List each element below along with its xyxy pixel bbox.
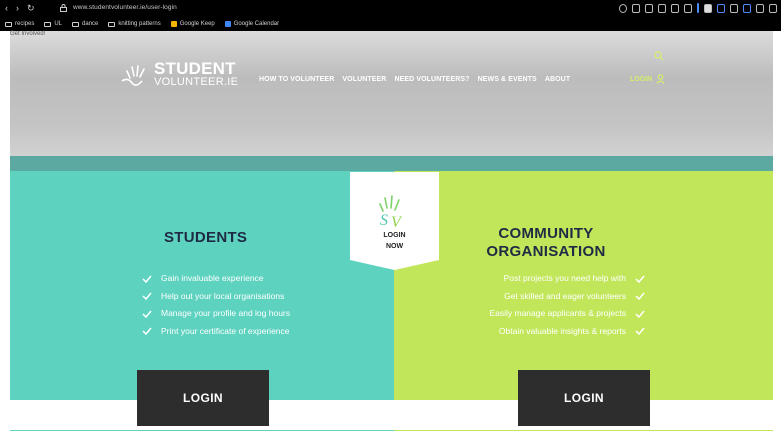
list-item: Print your certificate of experience — [142, 323, 290, 341]
community-heading-line-1: COMMUNITY — [498, 225, 594, 242]
list-item-text: Obtain valuable insights & reports — [498, 325, 626, 336]
header-login-link[interactable]: LOGIN — [630, 74, 665, 84]
bookmarks-bar: recipes UL dance knitting patterns Googl… — [0, 17, 781, 31]
list-item: Post projects you need help with — [489, 270, 645, 288]
screenshot-icon[interactable] — [645, 3, 653, 13]
nav-about[interactable]: ABOUT — [545, 76, 570, 83]
list-item: Manage your profile and log hours — [142, 305, 290, 323]
students-login-button[interactable]: LOGIN — [137, 370, 269, 426]
nav-news-events[interactable]: NEWS & EVENTS — [478, 76, 537, 83]
browser-toolbar: ‹ › ↻ www.studentvolunteer.ie/user-login — [0, 0, 781, 17]
bookmark-knitting[interactable]: knitting patterns — [108, 21, 161, 27]
check-icon — [635, 310, 645, 318]
logo-subtitle: VOLUNTEER.IE — [154, 76, 239, 88]
reader-icon[interactable] — [704, 3, 712, 13]
folder-icon — [72, 21, 80, 27]
logo-title: STUDENT — [154, 59, 236, 78]
bookmark-google-keep[interactable]: Google Keep — [170, 21, 215, 27]
bookmark-label: Google Calendar — [233, 21, 280, 27]
list-item-text: Gain invaluable experience — [161, 273, 264, 283]
main-nav: HOW TO VOLUNTEER VOLUNTEER NEED VOLUNTEE… — [259, 76, 570, 83]
bookmark-recipes[interactable]: recipes — [5, 21, 34, 27]
bookmark-label: recipes — [15, 21, 35, 27]
reload-icon[interactable]: ↻ — [27, 3, 35, 13]
broken-image-alt: Get Involved! — [10, 31, 46, 37]
bookmark-dance[interactable]: dance — [72, 21, 98, 27]
check-icon — [142, 327, 152, 336]
nav-volunteer[interactable]: VOLUNTEER — [342, 76, 386, 83]
badge-shape: S V — [350, 172, 439, 270]
forward-icon[interactable]: › — [16, 3, 19, 13]
search-icon[interactable] — [654, 51, 664, 61]
list-item-text: Manage your profile and log hours — [161, 308, 290, 318]
site-logo[interactable]: STUDENT VOLUNTEER.IE — [118, 59, 238, 89]
page-content: Get Involved! STUDENT VOLUNTEER.IE HOW T… — [0, 31, 781, 431]
bookmark-google-calendar[interactable]: Google Calendar — [224, 21, 280, 27]
list-item-text: Easily manage applicants & projects — [489, 308, 626, 318]
bookmark-label: dance — [82, 21, 99, 27]
address-bar[interactable]: www.studentvolunteer.ie/user-login — [73, 4, 177, 11]
folder-icon — [5, 21, 12, 27]
divider-icon — [697, 3, 699, 13]
extension-icon[interactable] — [632, 3, 640, 13]
browser-nav: ‹ › ↻ — [5, 3, 35, 13]
google-keep-icon — [170, 21, 177, 27]
check-icon — [142, 275, 152, 283]
list-item: Easily manage applicants & projects — [489, 305, 645, 323]
nav-how-to-volunteer[interactable]: HOW TO VOLUNTEER — [259, 76, 334, 83]
back-icon[interactable]: ‹ — [5, 3, 8, 13]
community-heading-line-2: ORGANISATION — [486, 243, 606, 260]
community-heading: COMMUNITY ORGANISATION — [478, 225, 614, 261]
account-icon[interactable] — [743, 3, 751, 13]
community-benefits-list: Post projects you need help with Get ski… — [489, 270, 645, 340]
nav-need-volunteers[interactable]: NEED VOLUNTEERS? — [394, 76, 469, 83]
folder-icon — [108, 21, 116, 27]
check-icon — [635, 292, 645, 301]
badge-line-2: NOW — [385, 243, 404, 250]
download-icon[interactable] — [756, 3, 764, 13]
bookmark-label: Google Keep — [179, 21, 215, 27]
list-item-text: Post projects you need help with — [503, 273, 626, 283]
list-item: Get skilled and eager volunteers — [489, 288, 645, 306]
list-item-text: Print your certificate of experience — [161, 325, 290, 336]
puzzle-icon[interactable] — [730, 3, 738, 13]
bookmark-label: knitting patterns — [118, 21, 161, 27]
lock-icon — [60, 4, 67, 12]
profile-icon[interactable] — [717, 3, 725, 13]
zoom-icon[interactable] — [619, 3, 627, 13]
community-login-button[interactable]: LOGIN — [518, 370, 650, 426]
login-now-badge[interactable]: S V LOGIN NOW — [350, 172, 439, 271]
check-icon — [635, 275, 645, 283]
extension-icons — [619, 3, 777, 13]
bookmark-ul[interactable]: UL — [44, 21, 62, 27]
hand-logo-icon — [121, 65, 145, 86]
header-login-label: LOGIN — [630, 75, 653, 83]
shield-icon[interactable] — [658, 3, 666, 13]
students-heading: STUDENTS — [164, 229, 248, 246]
svg-text:S: S — [380, 212, 388, 229]
google-calendar-icon — [224, 21, 231, 27]
teal-band — [10, 156, 773, 171]
list-item: Help out your local organisations — [142, 288, 290, 306]
play-icon[interactable] — [671, 3, 679, 13]
list-item-text: Get skilled and eager volunteers — [504, 290, 626, 301]
user-icon — [656, 74, 665, 84]
badge-line-1: LOGIN — [383, 232, 406, 239]
list-item-text: Help out your local organisations — [161, 290, 285, 301]
students-benefits-list: Gain invaluable experience Help out your… — [142, 270, 290, 340]
check-icon — [142, 292, 152, 301]
check-icon — [635, 327, 645, 336]
list-item: Gain invaluable experience — [142, 270, 290, 288]
heart-icon[interactable] — [684, 3, 692, 13]
bookmark-label: UL — [54, 21, 63, 27]
list-item: Obtain valuable insights & reports — [489, 323, 645, 341]
check-icon — [142, 310, 152, 318]
menu-icon[interactable] — [769, 3, 777, 13]
folder-icon — [44, 21, 52, 27]
